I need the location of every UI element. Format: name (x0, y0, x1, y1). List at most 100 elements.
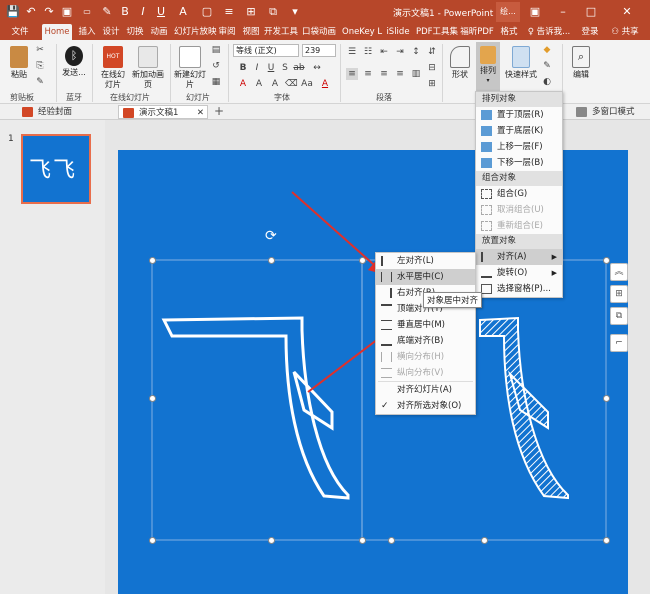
shapes-button[interactable]: 形状 (446, 46, 474, 80)
tab-file[interactable]: 文件 (8, 24, 32, 40)
italic-icon[interactable]: I (251, 62, 263, 74)
format-painter-icon[interactable]: ✎ (100, 5, 114, 19)
maximize-icon[interactable]: □ (584, 5, 598, 19)
start-from-beginning-icon[interactable]: ▣ (60, 5, 74, 19)
shape-effects-icon[interactable]: ◐ (541, 76, 553, 88)
resize-handle[interactable] (268, 537, 275, 544)
underline-icon[interactable]: U (265, 62, 277, 74)
menu-ungroup[interactable]: 取消组合(U) (476, 202, 562, 218)
menu-send-backward[interactable]: 下移一层(B) (476, 155, 562, 171)
increase-indent-icon[interactable]: ⇥ (394, 46, 406, 58)
resize-handle[interactable] (603, 395, 610, 402)
font-name-select[interactable]: 等线 (正文) (233, 44, 299, 57)
cut-icon[interactable]: ✂ (34, 44, 46, 56)
copy-icon[interactable]: ⎘ (34, 60, 46, 72)
minimize-icon[interactable]: – (556, 5, 570, 19)
customize-icon[interactable]: ▾ (288, 5, 302, 19)
smartart-icon[interactable]: ⊞ (426, 78, 438, 90)
copy-tool-icon[interactable]: ⧉ (610, 307, 628, 325)
shape-outline-icon[interactable]: ✎ (541, 60, 553, 72)
tab-onekey[interactable]: OneKey L (340, 24, 382, 40)
paste-button[interactable]: 粘贴 (6, 46, 32, 80)
tab-pocket-animation[interactable]: 口袋动画 (300, 24, 338, 40)
menu-selection-pane[interactable]: 选择窗格(P)... (476, 281, 562, 297)
layout-tool-icon[interactable]: ⊞ (610, 285, 628, 303)
font-size-select[interactable]: 239 (302, 44, 336, 57)
rotate-handle-icon[interactable]: ⟳ (265, 228, 277, 244)
menu-align[interactable]: 对齐(A) ▶ (476, 249, 562, 265)
save-icon[interactable]: 💾 (6, 5, 20, 19)
text-direction-icon[interactable]: ⇵ (426, 46, 438, 58)
align-right-icon[interactable]: ≡ (378, 68, 390, 80)
shadow-icon[interactable]: S (279, 62, 291, 74)
numbering-icon[interactable]: ☷ (362, 46, 374, 58)
columns-icon[interactable]: ▥ (410, 68, 422, 80)
align-selected-objects-item[interactable]: ✓ 对齐所选对象(O) (376, 398, 475, 414)
new-animation-page-button[interactable]: 新加动画页 (132, 46, 164, 90)
resize-handle[interactable] (481, 537, 488, 544)
group-icon[interactable]: ⧉ (266, 5, 280, 19)
align-left-icon[interactable]: ≡ (346, 68, 358, 80)
tab-transitions[interactable]: 切换 (124, 24, 146, 40)
tab-slideshow[interactable]: 幻灯片放映 (172, 24, 217, 40)
align-center-icon[interactable]: ≡ (362, 68, 374, 80)
decrease-indent-icon[interactable]: ⇤ (378, 46, 390, 58)
tab-islide[interactable]: iSlide (384, 24, 412, 40)
crop-tool-icon[interactable]: ⌐ (610, 334, 628, 352)
grow-font-icon[interactable]: A (253, 78, 265, 90)
char-outline-left[interactable] (161, 316, 350, 500)
resize-handle[interactable] (388, 537, 395, 544)
align-bottom-item[interactable]: 底端对齐(B) (376, 333, 475, 349)
shrink-font-icon[interactable]: A (269, 78, 281, 90)
reset-icon[interactable]: ↺ (210, 60, 222, 72)
close-icon[interactable]: ✕ (197, 106, 204, 120)
tab-design[interactable]: 设计 (100, 24, 122, 40)
resize-handle[interactable] (149, 537, 156, 544)
char-hatched-right[interactable] (479, 316, 569, 500)
ribbon-options-icon[interactable]: ▣ (528, 5, 542, 19)
tab-insert[interactable]: 插入 (76, 24, 98, 40)
collapse-tool-icon[interactable]: ︽ (610, 263, 628, 281)
align-to-slide-item[interactable]: 对齐幻灯片(A) (376, 382, 475, 398)
tell-me-box[interactable]: ♀ 告诉我... (524, 24, 574, 40)
layout-icon[interactable]: ▤ (210, 44, 222, 56)
tab-home[interactable]: Home (42, 24, 72, 40)
menu-bring-to-front[interactable]: 置于顶层(R) (476, 107, 562, 123)
arrange-button[interactable]: 排列 ▾ (476, 42, 500, 94)
shape-icon[interactable]: ▢ (200, 5, 214, 19)
resize-handle[interactable] (268, 257, 275, 264)
menu-send-to-back[interactable]: 置于底层(K) (476, 123, 562, 139)
add-tab-button[interactable]: + (214, 104, 224, 118)
change-case-icon[interactable]: Aa (301, 78, 313, 90)
menu-regroup[interactable]: 重新组合(E) (476, 218, 562, 234)
resize-handle[interactable] (359, 257, 366, 264)
shape-fill-icon[interactable]: ◆ (541, 44, 553, 56)
doc-tab-presentation1[interactable]: 演示文稿1 ✕ (118, 105, 208, 119)
new-slide-button[interactable]: 新建幻灯片 (174, 46, 206, 90)
align-left-item[interactable]: 左对齐(L) (376, 253, 475, 269)
bullets-icon[interactable]: ☰ (346, 46, 358, 58)
undo-icon[interactable]: ↶ (24, 5, 38, 19)
close-icon[interactable]: ✕ (620, 5, 634, 19)
multi-window-button[interactable]: 多窗口模式 (572, 105, 646, 119)
quick-styles-button[interactable]: 快速样式 (504, 46, 538, 80)
redo-icon[interactable]: ↷ (42, 5, 56, 19)
sign-in-link[interactable]: 登录 (578, 24, 602, 40)
strikethrough-icon[interactable]: ab (293, 62, 305, 74)
menu-bring-forward[interactable]: 上移一层(F) (476, 139, 562, 155)
tab-developer[interactable]: 开发工具 (262, 24, 298, 40)
tab-animations[interactable]: 动画 (148, 24, 170, 40)
resize-handle[interactable] (359, 537, 366, 544)
touch-mode-icon[interactable]: ▭ (80, 5, 94, 19)
underline-icon[interactable]: U (154, 5, 168, 19)
editing-button[interactable]: ⌕ 编辑 (568, 46, 594, 80)
menu-group[interactable]: 组合(G) (476, 186, 562, 202)
distribute-horizontal-item[interactable]: 横向分布(H) (376, 349, 475, 365)
bluetooth-send-button[interactable]: ᛒ 发送... (60, 46, 88, 78)
resize-handle[interactable] (149, 257, 156, 264)
section-icon[interactable]: ▦ (210, 76, 222, 88)
tab-pdf-tools[interactable]: PDF工具集 (414, 24, 458, 40)
format-painter-small-icon[interactable]: ✎ (34, 76, 46, 88)
doc-tab-cover[interactable]: 经验封面 (18, 105, 110, 119)
char-spacing-icon[interactable]: ↔ (311, 62, 323, 74)
